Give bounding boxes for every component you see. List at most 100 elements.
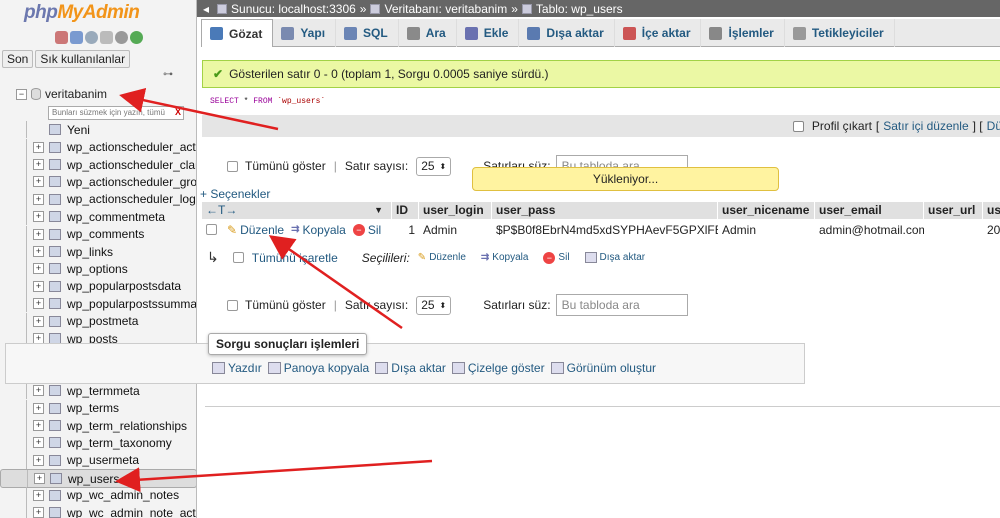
table-name[interactable]: wp_popularpostssummary [67,297,196,311]
bulk-export-button[interactable]: Dışa aktar [584,252,645,263]
expand-icon[interactable]: + [33,141,44,153]
table-name[interactable]: wp_actionscheduler_logs [67,192,196,206]
edit-button[interactable]: ✎ Düzenle [227,223,284,237]
expand-icon[interactable]: + [33,159,44,171]
expand-icon[interactable]: + [33,385,44,397]
table-item[interactable]: + wp_actionscheduler_logs [0,190,196,209]
copy-button[interactable]: ⇉ Kopyala [291,223,346,237]
table-item[interactable]: + wp_actionscheduler_claims [0,155,196,174]
table-item[interactable]: + wp_popularpostssummary [0,295,196,313]
sort-arrows-cell[interactable]: ←T→ ▼ [202,202,392,219]
expand-icon[interactable]: + [33,420,44,432]
link-icon[interactable]: ⊶ [163,69,173,80]
table-name[interactable]: wp_commentmeta [67,210,165,224]
column-header-user-nicename[interactable]: user_nicename [718,202,815,219]
table-item[interactable]: + wp_commentmeta [0,208,196,226]
expand-icon[interactable]: + [33,228,44,240]
table-icon[interactable] [49,385,61,397]
table-name[interactable]: wp_links [67,245,113,259]
collapse-icon[interactable]: − [16,88,27,100]
table-name[interactable]: wp_wc_admin_note_actions [67,506,196,518]
row-count-select[interactable]: 25 ⬍ [416,156,452,176]
expand-icon[interactable]: + [33,193,44,205]
expand-icon[interactable]: + [33,298,44,310]
tab-sql[interactable]: SQL [336,19,399,47]
table-item[interactable]: + wp_terms [0,399,196,417]
table-icon[interactable] [49,437,61,449]
table-icon[interactable] [49,193,61,205]
table-icon[interactable] [49,159,61,171]
clipboard-link[interactable]: Panoya kopyala [267,361,369,375]
table-item[interactable]: + wp_wc_admin_note_actions [0,503,196,518]
cell-user-pass[interactable]: $P$B0f8EbrN4md5xdSYPHAevF5GPXlFEY/ [492,223,718,237]
table-name[interactable]: wp_terms [67,401,119,415]
docs-icon[interactable] [100,31,113,44]
table-name[interactable]: wp_term_relationships [67,419,187,433]
table-icon[interactable] [50,473,62,485]
table-icon[interactable] [49,141,61,153]
table-name[interactable]: wp_users [68,472,119,486]
clear-filter-icon[interactable]: X [175,107,181,117]
tab-browse[interactable]: Gözat [201,19,274,47]
table-name[interactable]: wp_popularpostsdata [67,279,181,293]
tab-export[interactable]: Dışa aktar [519,19,615,47]
table-item[interactable]: + wp_usermeta [0,451,196,470]
edit-link[interactable]: Dü [987,119,1000,133]
expand-icon[interactable]: + [33,211,44,223]
table-icon[interactable] [49,402,61,414]
table-name[interactable]: wp_termmeta [67,384,140,398]
column-header-user-pass[interactable]: user_pass [492,202,718,219]
table-item[interactable]: + wp_users [0,469,196,489]
table-item[interactable]: + wp_options [0,260,196,278]
cell-id[interactable]: 1 [392,223,419,237]
breadcrumb-table[interactable]: Tablo: wp_users [536,2,623,16]
table-item[interactable]: + wp_term_relationships [0,416,196,435]
profile-checkbox[interactable] [792,120,804,132]
expand-icon[interactable]: + [33,246,44,258]
table-item[interactable]: + wp_actionscheduler_groups [0,173,196,191]
expand-icon[interactable]: + [33,507,44,518]
chart-link[interactable]: Çizelge göster [451,361,545,375]
table-icon[interactable] [49,280,61,292]
show-all-checkbox-bottom[interactable] [227,299,238,311]
table-name[interactable]: wp_usermeta [67,453,139,467]
recent-tab[interactable]: Son [2,50,34,68]
breadcrumb-server[interactable]: Sunucu: localhost:3306 [231,2,356,16]
expand-icon[interactable]: + [33,176,44,188]
table-icon[interactable] [49,176,61,188]
table-icon[interactable] [49,489,61,501]
tab-structure[interactable]: Yapı [273,19,337,47]
column-header-id[interactable]: ID [392,202,419,219]
new-table-item[interactable]: Yeni [0,121,196,139]
bulk-delete-button[interactable]: − Sil [543,251,570,264]
table-icon[interactable] [49,420,61,432]
table-item[interactable]: + wp_term_taxonomy [0,434,196,452]
favorites-tab[interactable]: Sık kullanılanlar [35,50,131,68]
check-all-link[interactable]: Tümünü işaretle [252,251,338,265]
print-link[interactable]: Yazdır [212,361,262,375]
collapse-arrow-icon[interactable]: ◂ [203,2,209,16]
table-item[interactable]: + wp_links [0,242,196,261]
new-table-label[interactable]: Yeni [67,123,90,137]
breadcrumb-database[interactable]: Veritabanı: veritabanim [384,2,507,16]
expand-icon[interactable]: + [33,489,44,501]
column-header-user-login[interactable]: user_login [419,202,492,219]
show-all-checkbox[interactable] [227,160,238,172]
help-icon[interactable] [85,31,98,44]
table-item[interactable]: + wp_comments [0,225,196,243]
tab-import[interactable]: İçe aktar [615,19,702,47]
table-item[interactable]: + wp_postmeta [0,312,196,330]
options-link[interactable]: + Seçenekler [200,187,270,201]
table-icon[interactable] [49,246,61,258]
expand-icon[interactable]: + [33,454,44,466]
cell-user-email[interactable]: admin@hotmail.com [815,223,924,237]
cell-user-nicename[interactable]: Admin [718,223,815,237]
database-item[interactable]: − veritabanim [16,87,107,101]
table-name[interactable]: wp_options [67,262,128,276]
exit-icon[interactable] [70,31,83,44]
table-name[interactable]: wp_actionscheduler_claims [67,158,196,172]
table-icon[interactable] [49,454,61,466]
table-item[interactable]: + wp_termmeta [0,382,196,400]
bulk-copy-button[interactable]: ⇉ Kopyala [481,252,529,263]
table-icon[interactable] [49,263,61,275]
